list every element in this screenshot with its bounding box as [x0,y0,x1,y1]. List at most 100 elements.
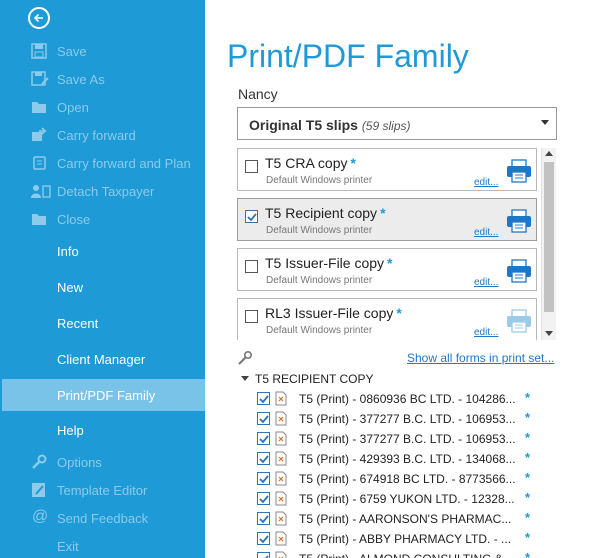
copy-card-t5-recipient[interactable]: T5 Recipient copy * Default Windows print… [237,198,537,241]
sidebar-item-help[interactable]: Help [0,416,205,444]
slip-row[interactable]: T5 (Print) - ALMOND CONSULTING &... * [257,549,557,558]
asterisk-icon: * [525,450,531,465]
template-editor-icon [31,482,49,498]
sidebar-item-exit[interactable]: Exit [0,532,205,558]
slip-checkbox[interactable] [257,552,270,558]
collapse-triangle-icon[interactable] [241,376,249,381]
copy-card-t5-cra[interactable]: T5 CRA copy * Default Windows printer edi… [237,148,537,191]
sidebar-item-label: Close [57,212,91,227]
sidebar-item-label: Client Manager [57,352,146,367]
sidebar-item-options[interactable]: Options [0,448,205,476]
slip-checkbox[interactable] [257,492,270,505]
sidebar-item-label: Open [57,100,89,115]
copy-checkbox[interactable] [245,210,258,223]
copy-name: T5 CRA copy * [265,155,356,171]
asterisk-icon: * [525,550,531,558]
client-name: Nancy [238,86,278,102]
scroll-down-arrow-icon[interactable] [545,331,553,336]
edit-link[interactable]: edit... [474,327,498,338]
section-header-t5-recipient[interactable]: T5 RECIPIENT COPY [241,372,373,386]
sidebar-item-open[interactable]: Open [0,93,205,121]
slip-row[interactable]: T5 (Print) - 0860936 BC LTD. - 104286...… [257,389,557,409]
sidebar-item-close[interactable]: Close [0,205,205,233]
slip-checkbox[interactable] [257,532,270,545]
sidebar-item-save-as[interactable]: Save As [0,65,205,93]
copy-printer: Default Windows printer [266,325,373,336]
copy-card-t5-issuer-file[interactable]: T5 Issuer-File copy * Default Windows pri… [237,248,537,291]
slip-row[interactable]: T5 (Print) - 377277 B.C. LTD. - 106953..… [257,409,557,429]
asterisk-icon: * [387,255,393,271]
page-title: Print/PDF Family [227,38,469,74]
document-icon [275,451,287,466]
back-arrow-icon[interactable] [28,7,50,29]
printer-icon[interactable] [506,309,532,333]
asterisk-icon: * [525,510,531,525]
sidebar-item-new[interactable]: New [0,273,205,301]
slip-checkbox[interactable] [257,452,270,465]
sidebar-item-label: New [57,280,84,295]
sidebar-item-info[interactable]: Info [0,237,205,265]
save-icon [31,43,49,59]
sidebar-item-label: Exit [57,539,79,554]
detach-taxpayer-icon [31,183,51,199]
slip-row[interactable]: T5 (Print) - 6759 YUKON LTD. - 12328... * [257,489,557,509]
copies-scrollbar[interactable] [541,148,556,340]
sidebar-item-label: Carry forward and Plan [57,156,191,171]
document-icon [275,431,287,446]
sidebar-item-label: Template Editor [57,483,148,498]
edit-link[interactable]: edit... [474,177,498,188]
copies-list: T5 CRA copy * Default Windows printer edi… [237,148,557,340]
copy-checkbox[interactable] [245,310,258,323]
asterisk-icon: * [396,305,402,321]
scroll-up-arrow-icon[interactable] [545,151,553,156]
section-header-label: T5 RECIPIENT COPY [255,372,374,386]
sidebar-item-template-editor[interactable]: Template Editor [0,476,205,504]
sidebar-item-detach-taxpayer[interactable]: Detach Taxpayer [0,177,205,205]
asterisk-icon: * [525,490,531,505]
slip-checkbox[interactable] [257,412,270,425]
sidebar-item-recent[interactable]: Recent [0,309,205,337]
document-icon [275,511,287,526]
sidebar-item-label: Detach Taxpayer [57,184,155,199]
printer-icon[interactable] [506,209,532,233]
folder-close-icon [31,211,49,227]
copy-card-rl3-issuer-file[interactable]: RL3 Issuer-File copy * Default Windows pr… [237,298,537,340]
slip-checkbox[interactable] [257,512,270,525]
slip-row[interactable]: T5 (Print) - 429393 B.C. LTD. - 134068..… [257,449,557,469]
sidebar-item-carry-forward[interactable]: Carry forward [0,121,205,149]
show-all-forms-link[interactable]: Show all forms in print set... [407,351,554,365]
copy-name-text: RL3 Issuer-File copy [265,305,394,321]
slip-row[interactable]: T5 (Print) - 377277 B.C. LTD. - 106953..… [257,429,557,449]
copy-name: T5 Issuer-File copy * [265,255,393,271]
edit-link[interactable]: edit... [474,227,498,238]
slip-checkbox[interactable] [257,392,270,405]
wrench-icon[interactable] [237,350,253,366]
sidebar-item-print-pdf-family[interactable]: Print/PDF Family [2,379,205,411]
slip-row[interactable]: T5 (Print) - ABBY PHARMACY LTD. - ... * [257,529,557,549]
sidebar-item-save[interactable]: Save [0,37,205,65]
slip-label: T5 (Print) - 674918 BC LTD. - 8773566... [299,472,516,486]
slip-checkbox[interactable] [257,432,270,445]
document-icon [275,411,287,426]
print-set-label: Original T5 slips [249,117,358,133]
slip-checkbox[interactable] [257,472,270,485]
copy-name-text: T5 CRA copy [265,155,348,171]
slip-label: T5 (Print) - ABBY PHARMACY LTD. - ... [299,532,512,546]
at-sign-icon: @ [32,508,49,525]
edit-link[interactable]: edit... [474,277,498,288]
copy-name: RL3 Issuer-File copy * [265,305,402,321]
document-icon [275,491,287,506]
printer-icon[interactable] [506,259,532,283]
scrollbar-thumb[interactable] [544,162,554,312]
sidebar-item-client-manager[interactable]: Client Manager [0,345,205,373]
folder-open-icon [31,99,49,115]
slip-row[interactable]: T5 (Print) - 674918 BC LTD. - 8773566...… [257,469,557,489]
printer-icon[interactable] [506,159,532,183]
sidebar-item-carry-forward-plan[interactable]: Carry forward and Plan [0,149,205,177]
sidebar-item-send-feedback[interactable]: @ Send Feedback [0,504,205,532]
copy-checkbox[interactable] [245,260,258,273]
copy-checkbox[interactable] [245,160,258,173]
sidebar-item-label: Options [57,455,102,470]
slip-row[interactable]: T5 (Print) - AARONSON'S PHARMAC... * [257,509,557,529]
print-set-dropdown[interactable]: Original T5 slips (59 slips) [237,107,557,140]
